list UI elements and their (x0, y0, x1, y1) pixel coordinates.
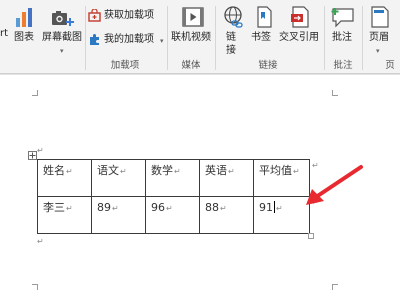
group-label-comments: 批注 (333, 60, 353, 71)
table-header-row: 姓名↵ 语文↵ 数学↵ 英语↵ 平均值↵ (37, 159, 310, 197)
corner-mark (332, 284, 338, 290)
online-video-label: 联机视频 (171, 32, 211, 43)
link-button[interactable]: 链 接 (221, 4, 247, 58)
group-label-media: 媒体 (181, 60, 201, 71)
paragraph-mark: ↵ (37, 237, 44, 246)
comment-icon (331, 8, 354, 28)
dropdown-arrow-icon[interactable]: ▾ (376, 48, 380, 55)
group-label-header-footer: 页 (385, 60, 395, 71)
table-row: 李三↵ 89↵ 96↵ 88↵ 91 ↵ (37, 196, 310, 234)
cell-text: 数学 (151, 164, 173, 177)
cell-text: 88 (205, 201, 219, 214)
screenshot-icon (52, 11, 74, 26)
cross-reference-label: 交叉引用 (279, 32, 319, 43)
corner-mark (32, 90, 38, 96)
get-addins-label: 获取加载项 (104, 10, 154, 21)
header-label: 页眉 (369, 32, 389, 43)
cell-text: 姓名 (43, 164, 65, 177)
paragraph-mark: ↵ (37, 146, 44, 155)
table-cell[interactable]: 88↵ (199, 196, 254, 234)
cell-end-mark: ↵ (120, 167, 127, 176)
corner-mark (332, 90, 338, 96)
link-label-1: 链 (226, 32, 236, 43)
cell-end-mark: ↵ (112, 204, 119, 213)
cell-text: 平均值 (259, 164, 292, 177)
move-icon (29, 152, 36, 159)
separator (167, 6, 168, 70)
table-cell[interactable]: 96↵ (145, 196, 200, 234)
red-arrow (306, 165, 363, 205)
screenshot-label: 屏幕截图 (42, 32, 82, 43)
separator (362, 6, 363, 70)
cell-end-mark: ↵ (220, 204, 227, 213)
header-button[interactable]: 页眉 ▾ (368, 4, 400, 58)
cell-end-mark: ↵ (276, 204, 283, 213)
addin-icon (90, 34, 99, 45)
cell-text: 英语 (205, 164, 227, 177)
table-cell[interactable]: 英语↵ (199, 159, 254, 197)
corner-mark (32, 284, 38, 290)
separator (215, 6, 216, 70)
group-label-addins: 加载项 (110, 60, 140, 71)
table-cell[interactable]: 姓名↵ (37, 159, 92, 197)
cell-end-mark: ↵ (228, 167, 235, 176)
cell-text: 89 (97, 201, 111, 214)
dropdown-arrow-icon[interactable]: ▾ (160, 38, 164, 45)
ribbon: rt 图表 屏幕截图 ▾ 获取加载项 我的加载项 ▾ 加载项 联机视频 媒体 链… (0, 0, 400, 74)
cell-end-mark: ↵ (66, 204, 73, 213)
table-resize-handle[interactable] (308, 233, 314, 239)
cell-end-mark: ↵ (174, 167, 181, 176)
table-cell[interactable]: 数学↵ (145, 159, 200, 197)
group-label-links: 链接 (258, 60, 278, 71)
ribbon-partial-label: rt (0, 28, 9, 39)
table-cell[interactable]: 语文↵ (91, 159, 146, 197)
cell-text: 91 (259, 201, 273, 214)
video-icon (182, 7, 204, 27)
cell-text: 李三 (43, 201, 65, 214)
cell-text: 96 (151, 201, 165, 214)
cross-reference-icon (291, 6, 309, 28)
link-label-2: 接 (226, 45, 236, 56)
grade-table[interactable]: 姓名↵ 语文↵ 数学↵ 英语↵ 平均值↵ 李三↵ 89↵ 96↵ 88↵ 91 ↵ (37, 159, 310, 234)
bookmark-icon (257, 6, 272, 28)
get-addins-button[interactable]: 获取加载项 (88, 9, 160, 23)
cell-end-mark: ↵ (166, 204, 173, 213)
cell-text: 语文 (97, 164, 119, 177)
header-icon (371, 6, 389, 28)
store-icon (88, 9, 101, 22)
cell-end-mark: ↵ (66, 167, 73, 176)
chart-icon (16, 8, 32, 27)
dropdown-arrow-icon[interactable]: ▾ (60, 48, 64, 55)
screenshot-button[interactable]: 屏幕截图 ▾ (42, 4, 84, 58)
chart-label: 图表 (14, 32, 34, 43)
online-video-button[interactable]: 联机视频 (171, 4, 215, 58)
link-icon (224, 6, 243, 28)
my-addins-label: 我的加载项 (104, 34, 154, 45)
my-addins-button[interactable]: 我的加载项 ▾ (88, 33, 168, 47)
separator (85, 6, 86, 70)
cross-reference-button[interactable]: 交叉引用 (279, 4, 323, 58)
comment-button[interactable]: 批注 (330, 4, 356, 58)
bookmark-button[interactable]: 书签 (251, 4, 277, 58)
comment-label: 批注 (332, 32, 352, 43)
text-cursor (274, 201, 275, 213)
separator (324, 6, 325, 70)
table-cell[interactable]: 李三↵ (37, 196, 92, 234)
chart-button[interactable]: 图表 (14, 4, 38, 58)
bookmark-label: 书签 (251, 32, 271, 43)
table-cell[interactable]: 89↵ (91, 196, 146, 234)
table-move-handle[interactable] (28, 151, 37, 160)
